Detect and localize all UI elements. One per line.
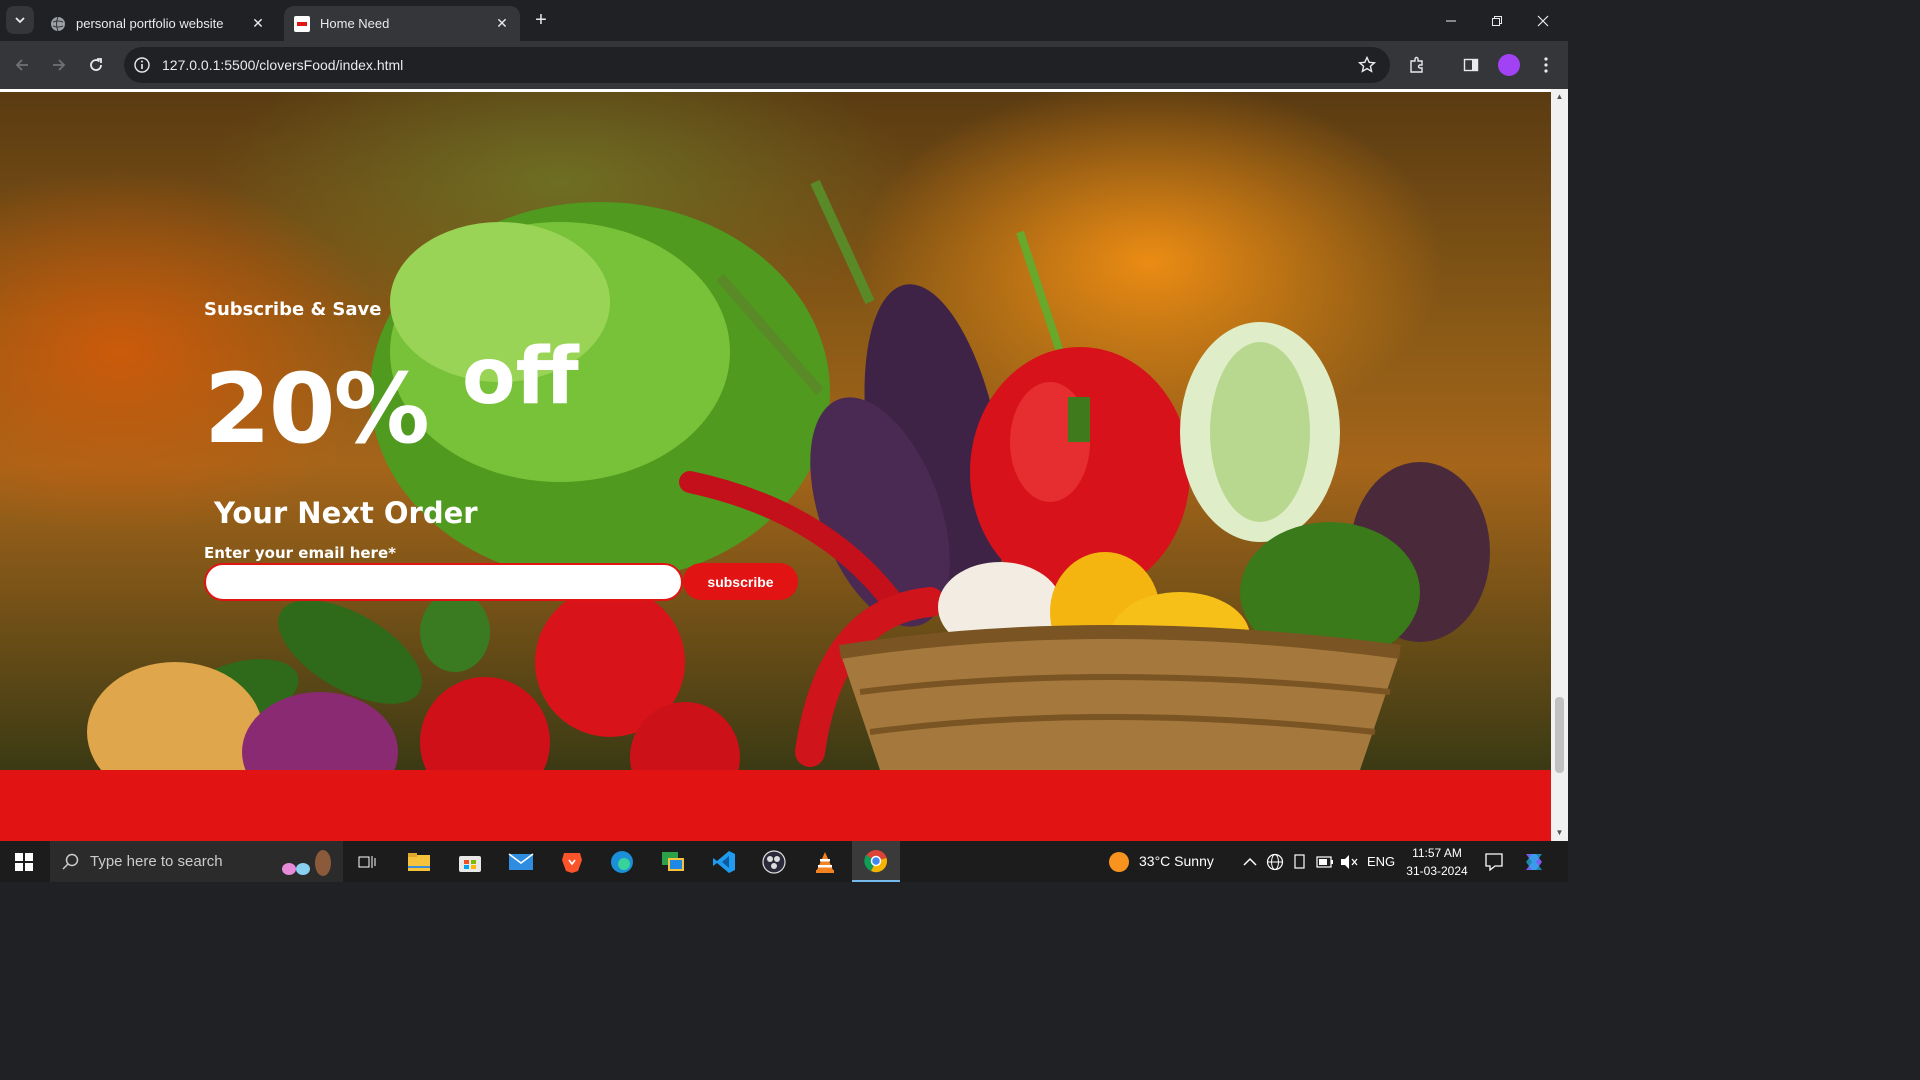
red-footer-section bbox=[0, 770, 1551, 841]
clock-date: 31-03-2024 bbox=[1406, 864, 1468, 878]
minimize-icon bbox=[1446, 20, 1456, 21]
hero-headline: Your Next Order bbox=[214, 496, 478, 530]
puzzle-icon bbox=[1410, 56, 1423, 73]
reload-icon bbox=[90, 58, 102, 71]
obs-icon bbox=[762, 849, 786, 874]
obs-button[interactable] bbox=[750, 841, 798, 882]
network-globe-icon[interactable] bbox=[1266, 853, 1284, 871]
arrow-right-icon bbox=[53, 59, 66, 71]
browser-tab-bar: personal portfolio website ✕ Home Need ✕… bbox=[0, 0, 1568, 41]
speaker-muted-icon[interactable] bbox=[1340, 854, 1358, 870]
back-button[interactable] bbox=[8, 51, 36, 79]
edge-button[interactable] bbox=[598, 841, 646, 882]
start-button[interactable] bbox=[0, 841, 48, 882]
close-tab-icon[interactable]: ✕ bbox=[494, 15, 510, 32]
profile-button[interactable] bbox=[1495, 51, 1523, 79]
chrome-button[interactable] bbox=[852, 841, 900, 882]
task-view-button[interactable] bbox=[343, 841, 391, 882]
close-window-button[interactable] bbox=[1520, 0, 1566, 41]
tab-portfolio[interactable]: personal portfolio website ✕ bbox=[40, 6, 276, 41]
copilot-icon[interactable] bbox=[1522, 850, 1546, 874]
taskbar-search-input[interactable]: Type here to search bbox=[50, 841, 343, 882]
hero-banner: Subscribe & Save 20% off Your Next Order… bbox=[0, 92, 1551, 770]
bookmark-star-icon[interactable] bbox=[1358, 56, 1376, 74]
new-tab-button[interactable]: + bbox=[530, 10, 552, 32]
discount-amount: 20% bbox=[204, 353, 430, 465]
extensions-button[interactable] bbox=[1403, 51, 1431, 79]
clock-time: 11:57 AM bbox=[1412, 846, 1462, 860]
mail-icon bbox=[508, 852, 534, 870]
avatar bbox=[1498, 54, 1520, 76]
store-icon bbox=[459, 855, 481, 872]
edge-icon bbox=[611, 850, 633, 873]
globe-icon bbox=[51, 16, 65, 31]
tab-search-button[interactable] bbox=[6, 6, 34, 34]
chrome-icon bbox=[864, 849, 887, 872]
page-viewport: Subscribe & Save 20% off Your Next Order… bbox=[0, 89, 1568, 841]
brave-lion-icon bbox=[562, 852, 582, 873]
tab-title: personal portfolio website bbox=[76, 16, 224, 31]
device-icon[interactable] bbox=[1293, 853, 1307, 871]
more-vertical-icon bbox=[1544, 57, 1548, 73]
subscribe-button[interactable]: subscribe bbox=[683, 563, 798, 600]
chat-app-button[interactable] bbox=[649, 841, 697, 882]
vscode-icon bbox=[713, 850, 735, 873]
vlc-button[interactable] bbox=[801, 841, 849, 882]
scroll-up-icon[interactable]: ▲ bbox=[1555, 92, 1564, 101]
scrollbar-thumb[interactable] bbox=[1555, 697, 1564, 773]
windows-logo-icon bbox=[15, 852, 33, 871]
mail-button[interactable] bbox=[497, 841, 545, 882]
forward-button[interactable] bbox=[45, 51, 73, 79]
restore-icon bbox=[1492, 15, 1502, 26]
brave-button[interactable] bbox=[548, 841, 596, 882]
close-icon bbox=[1537, 15, 1549, 26]
chevron-up-icon[interactable] bbox=[1243, 857, 1257, 867]
vlc-cone-icon bbox=[816, 851, 834, 873]
side-panel-icon bbox=[1463, 58, 1479, 72]
sun-weather-icon bbox=[1109, 852, 1129, 872]
easter-eggs-icon bbox=[282, 850, 331, 876]
scroll-down-icon[interactable]: ▼ bbox=[1555, 828, 1564, 837]
email-field[interactable] bbox=[204, 563, 683, 601]
side-panel-button[interactable] bbox=[1457, 51, 1485, 79]
minimize-button[interactable] bbox=[1428, 0, 1474, 41]
language-indicator[interactable]: ENG bbox=[1367, 854, 1395, 869]
subscribe-kicker: Subscribe & Save bbox=[204, 299, 382, 320]
close-tab-icon[interactable]: ✕ bbox=[250, 15, 266, 32]
weather-text[interactable]: 33°C Sunny bbox=[1139, 853, 1214, 869]
address-bar[interactable]: 127.0.0.1:5500/cloversFood/index.html bbox=[124, 47, 1390, 83]
search-placeholder: Type here to search bbox=[90, 853, 223, 870]
page-scrollbar[interactable]: ▲ ▼ bbox=[1551, 89, 1568, 841]
discount-off-label: off bbox=[462, 332, 579, 422]
tab-title: Home Need bbox=[320, 16, 390, 31]
site-info-icon[interactable] bbox=[134, 57, 150, 73]
notification-icon[interactable] bbox=[1485, 853, 1503, 871]
vscode-button[interactable] bbox=[700, 841, 748, 882]
reload-button[interactable] bbox=[82, 51, 110, 79]
search-icon bbox=[62, 853, 79, 870]
windows-taskbar: Type here to search 33°C Sunny ENG 11:57… bbox=[0, 841, 1568, 882]
chat-icon bbox=[662, 851, 684, 871]
folder-icon bbox=[408, 852, 430, 871]
chevron-down-icon bbox=[15, 17, 25, 24]
arrow-left-icon bbox=[15, 59, 28, 71]
task-view-icon bbox=[358, 855, 376, 868]
battery-icon[interactable] bbox=[1316, 856, 1334, 868]
browser-toolbar: 127.0.0.1:5500/cloversFood/index.html bbox=[0, 41, 1568, 89]
restore-button[interactable] bbox=[1474, 0, 1520, 41]
url-text[interactable]: 127.0.0.1:5500/cloversFood/index.html bbox=[162, 57, 403, 73]
browser-menu-button[interactable] bbox=[1532, 51, 1560, 79]
tab-home-need[interactable]: Home Need ✕ bbox=[284, 6, 520, 41]
store-button[interactable] bbox=[446, 841, 494, 882]
email-label: Enter your email here* bbox=[204, 544, 396, 562]
site-favicon-icon bbox=[294, 15, 310, 32]
file-explorer-button[interactable] bbox=[395, 841, 443, 882]
taskbar-clock[interactable]: 11:57 AM 31-03-2024 bbox=[1400, 844, 1474, 880]
